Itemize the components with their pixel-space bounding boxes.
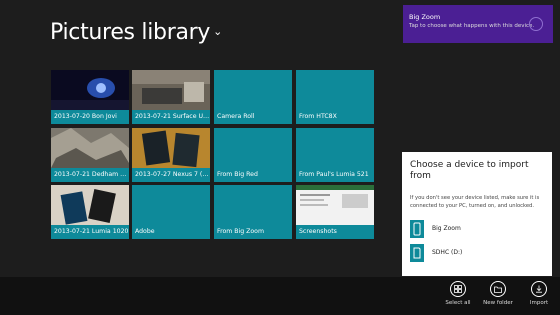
tile-label: 2013-07-27 Nexus 7 (20... [132,168,210,182]
tile-label: Screenshots [296,225,374,239]
tile-label: From Big Zoom [217,228,264,235]
thumbnail-image [296,185,374,225]
tile-dedham-walk[interactable]: 2013-07-21 Dedham walk [51,128,129,182]
new-folder-label: New folder [483,300,513,306]
tile-label: Camera Roll [217,113,255,120]
thumbnail-image [132,128,210,168]
tile-bon-jovi[interactable]: 2013-07-20 Bon Jovi [51,70,129,124]
device-label: SDHC (D:) [432,249,463,256]
import-label: Import [529,300,549,306]
import-device-flyout: Choose a device to import from If you do… [402,152,552,276]
device-toast-notification[interactable]: Big Zoom Tap to choose what happens with… [403,5,553,43]
tile-label: 2013-07-21 Surface USB... [132,110,210,124]
device-label: Big Zoom [432,225,461,232]
select-all-button[interactable]: Select all [438,281,478,306]
tile-label: From HTC8X [299,113,337,120]
thumbnail-image [51,70,129,110]
tile-from-htc8x[interactable]: From HTC8X [296,70,374,124]
toast-title: Big Zoom [409,13,441,21]
tile-from-lumia-521[interactable]: From Paul's Lumia 521 [296,128,374,182]
tile-label: 2013-07-21 Lumia 1020 [51,225,129,239]
toast-device-icon [529,17,543,31]
select-all-icon [450,281,466,297]
tile-screenshots[interactable]: Screenshots [296,185,374,239]
flyout-title: Choose a device to import from [410,160,529,181]
chevron-down-icon[interactable]: ⌄ [213,25,222,38]
sd-card-icon [410,244,424,262]
page-title[interactable]: Pictures library ⌄ [50,20,222,45]
new-folder-button[interactable]: New folder [478,281,518,306]
new-folder-icon [490,281,506,297]
tile-lumia-1020[interactable]: 2013-07-21 Lumia 1020 [51,185,129,239]
tile-nexus-7[interactable]: 2013-07-27 Nexus 7 (20... [132,128,210,182]
toast-body: Tap to choose what happens with this dev… [409,23,535,29]
import-icon [531,281,547,297]
tile-adobe[interactable]: Adobe [132,185,210,239]
tile-label: 2013-07-20 Bon Jovi [51,110,129,124]
tile-from-big-zoom[interactable]: From Big Zoom [214,185,292,239]
tile-label: From Big Red [217,171,258,178]
phone-icon [410,220,424,238]
flyout-description: If you don't see your device listed, mak… [410,195,540,209]
select-all-label: Select all [445,300,471,306]
thumbnail-image [132,70,210,110]
page-title-label: Pictures library [50,20,211,45]
thumbnail-image [51,185,129,225]
tile-from-big-red[interactable]: From Big Red [214,128,292,182]
tile-label: From Paul's Lumia 521 [299,171,369,178]
thumbnail-image [51,128,129,168]
import-button[interactable]: Import [519,281,559,306]
app-bar: Select all New folder Import [0,277,560,315]
tile-label: Adobe [135,228,155,235]
tile-label: 2013-07-21 Dedham walk [51,168,129,182]
device-option-big-zoom[interactable]: Big Zoom [410,220,546,238]
tile-surface-usb[interactable]: 2013-07-21 Surface USB... [132,70,210,124]
device-option-sdhc[interactable]: SDHC (D:) [410,244,546,262]
tile-camera-roll[interactable]: Camera Roll [214,70,292,124]
